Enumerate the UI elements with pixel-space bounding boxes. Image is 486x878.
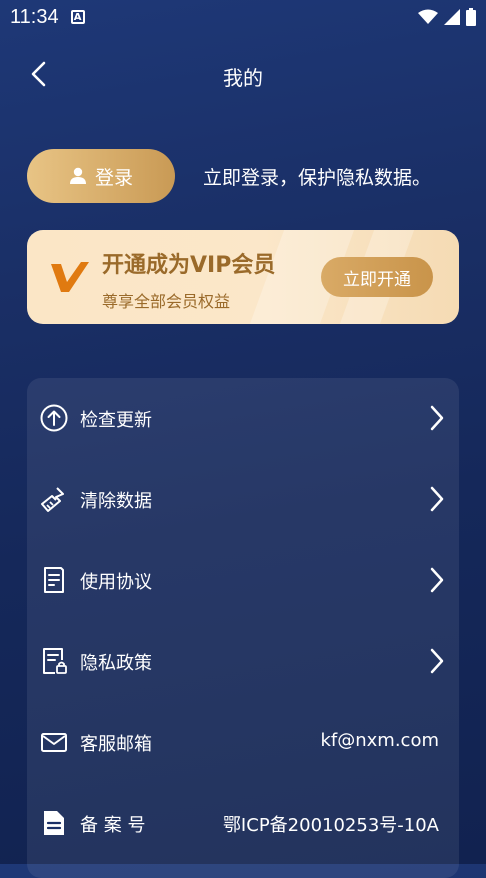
menu-item-check-update[interactable]: 检查更新 (27, 388, 459, 448)
login-tip: 立即登录，保护隐私数据。 (203, 167, 432, 189)
notification-a-icon: A (70, 10, 85, 24)
document-icon (44, 567, 64, 593)
menu-item-label: 使用协议 (80, 572, 152, 593)
menu-item-icp-record: 备 案 号 鄂ICP备20010253号-10A (27, 793, 459, 853)
menu-item-privacy-policy[interactable]: 隐私政策 (27, 631, 459, 691)
privacy-document-icon (43, 648, 67, 674)
support-email-value: kf@nxm.com (320, 730, 439, 751)
menu-item-label: 客服邮箱 (80, 734, 152, 755)
menu-item-label: 备 案 号 (80, 815, 146, 836)
login-button-label: 登录 (94, 166, 133, 189)
menu-item-support-email[interactable]: 客服邮箱 kf@nxm.com (27, 712, 459, 772)
vip-v-icon (51, 262, 89, 292)
user-icon (69, 167, 86, 184)
vip-card[interactable]: 开通成为VIP会员 尊享全部会员权益 立即开通 (27, 230, 459, 324)
menu-item-user-agreement[interactable]: 使用协议 (27, 550, 459, 610)
chevron-right-icon (430, 405, 444, 431)
menu-item-clear-data[interactable]: 清除数据 (27, 469, 459, 529)
vip-title: 开通成为VIP会员 (102, 253, 276, 278)
login-button[interactable]: 登录 (27, 149, 175, 203)
upload-circle-icon (40, 404, 68, 432)
chevron-right-icon (430, 567, 444, 593)
status-bar: 11:34 A (0, 0, 486, 34)
vip-subtitle: 尊享全部会员权益 (102, 292, 231, 311)
header: 我的 (0, 52, 486, 96)
open-vip-button[interactable]: 立即开通 (321, 257, 433, 297)
battery-icon (466, 8, 476, 26)
wifi-icon (418, 9, 438, 24)
file-icon (44, 811, 64, 835)
status-time: 11:34 (10, 5, 59, 28)
menu-item-label: 检查更新 (80, 410, 152, 431)
mail-icon (41, 733, 67, 752)
page-title: 我的 (223, 66, 263, 90)
icp-record-value: 鄂ICP备20010253号-10A (222, 815, 439, 836)
menu-item-label: 清除数据 (80, 491, 152, 512)
menu-item-label: 隐私政策 (80, 653, 152, 674)
chevron-right-icon (430, 486, 444, 512)
chevron-right-icon (430, 648, 444, 674)
signal-icon (444, 9, 460, 25)
settings-menu: 检查更新 清除数据 使用协议 隐私政策 客服邮箱 kf@nxm.com 备 案 … (27, 378, 459, 878)
broom-icon (41, 487, 64, 512)
